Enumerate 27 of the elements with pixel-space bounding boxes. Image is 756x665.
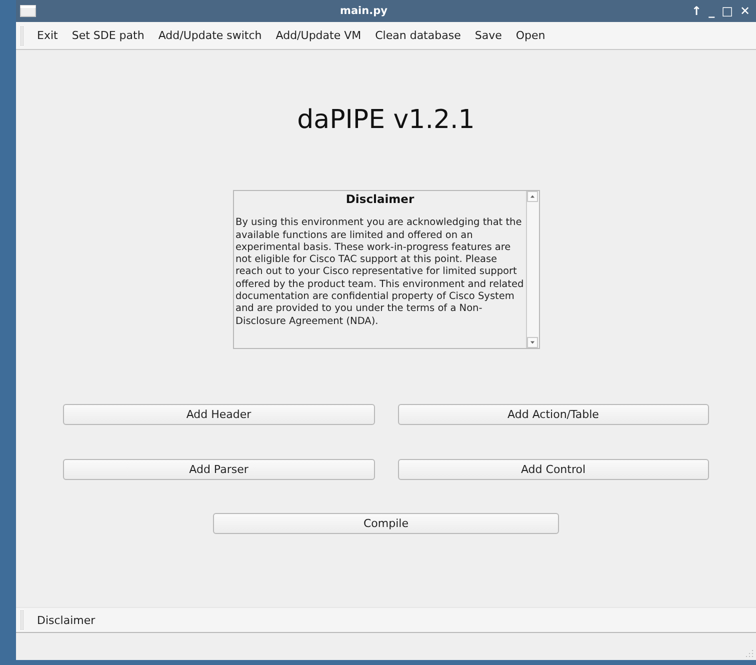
menu-item[interactable]: Add/Update switch xyxy=(151,29,269,42)
window-icon xyxy=(20,5,36,17)
disclaimer-title: Disclaimer xyxy=(344,193,416,206)
grip-handle[interactable] xyxy=(20,610,24,630)
menu-item[interactable]: Open xyxy=(508,29,552,42)
close-button[interactable]: ✕ xyxy=(740,4,750,18)
app-heading: daPIPE v1.2.1 xyxy=(297,105,475,135)
toolbar-button[interactable]: Disclaimer xyxy=(30,614,102,626)
action-button[interactable]: Add Control xyxy=(398,459,709,480)
menu-item[interactable]: Set SDE path xyxy=(64,29,152,42)
disclaimer-text: By using this environment you are acknowledging that the available functions are limited and offered on an experimental basis. These work-in-progress features are not eligible for Cisco TAC support at this point. Please reach out to your Cisco representative for limited support offered by the product team. This environment and related documentation are confidential property of Cisco System and are provided to you under the terms of a Non-Disclosure Agreement (NDA). xyxy=(236,217,524,328)
minimize-button[interactable]: _ xyxy=(708,4,715,18)
scroll-up-icon[interactable] xyxy=(526,191,538,202)
window-title: main.py xyxy=(339,5,388,17)
menu-item[interactable]: Save xyxy=(468,29,509,42)
action-button[interactable]: Add Parser xyxy=(63,459,374,480)
grip-handle[interactable] xyxy=(20,26,24,46)
maximize-button[interactable]: ↑ xyxy=(692,4,702,18)
action-button[interactable]: Add Action/Table xyxy=(398,404,709,425)
menu-item[interactable]: Clean database xyxy=(368,29,468,42)
compile-button[interactable]: Compile xyxy=(213,513,559,534)
restore-button[interactable]: □ xyxy=(722,4,733,18)
action-button[interactable]: Add Header xyxy=(63,404,374,425)
menu-item[interactable]: Exit xyxy=(30,29,65,42)
menu-item[interactable]: Add/Update VM xyxy=(268,29,368,42)
scrollbar[interactable] xyxy=(526,191,538,348)
scroll-down-icon[interactable] xyxy=(526,337,538,348)
